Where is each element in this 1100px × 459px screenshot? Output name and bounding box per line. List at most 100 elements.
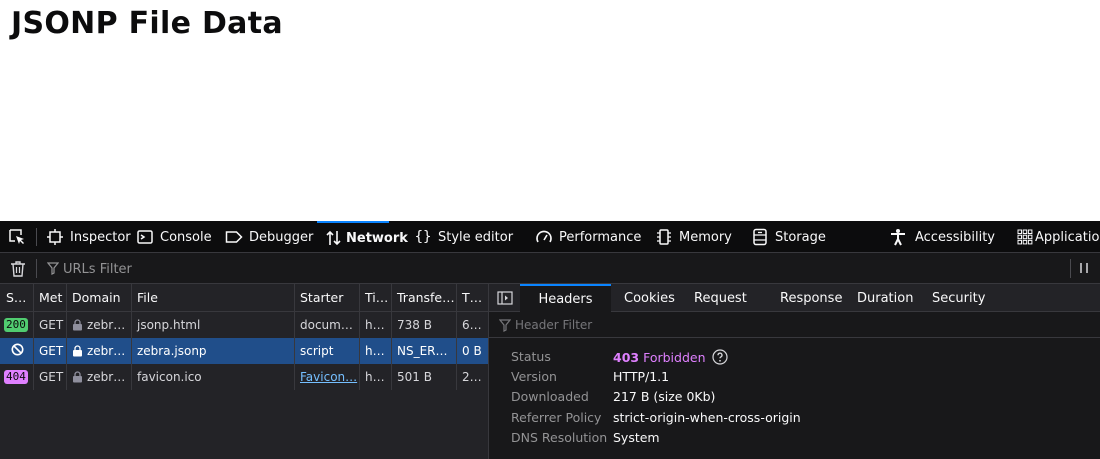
column-divider xyxy=(66,312,67,390)
table-row[interactable]: 404 GET zebr… favicon.ico Favicon… h… 50… xyxy=(0,364,488,390)
status-badge: 200 xyxy=(4,318,28,332)
lock-icon xyxy=(72,319,83,331)
tab-headers[interactable]: Headers xyxy=(520,284,611,312)
column-header-time[interactable]: Ti… xyxy=(359,284,391,311)
starter-cell: Favicon… xyxy=(294,364,359,390)
starter-cell: script xyxy=(300,344,334,358)
header-filter-input[interactable] xyxy=(515,316,1075,334)
size-cell: 0 B xyxy=(462,344,482,358)
tab-request[interactable]: Request xyxy=(694,284,747,312)
version-label: Version xyxy=(511,369,557,384)
file-cell: jsonp.html xyxy=(137,318,201,332)
tab-memory[interactable]: Memory xyxy=(655,221,732,252)
table-row[interactable]: 200 GET zebr… jsonp.html docum… h… 738 B… xyxy=(0,312,488,338)
filter-icon xyxy=(498,319,512,336)
column-header-file[interactable]: File xyxy=(131,284,294,311)
accessibility-icon xyxy=(889,228,907,246)
time-cell: h… xyxy=(365,318,385,332)
tab-accessibility[interactable]: Accessibility xyxy=(889,221,995,252)
application-icon xyxy=(1016,228,1034,246)
tab-application[interactable]: Application xyxy=(1016,221,1100,252)
tab-style-editor[interactable]: {} Style editor xyxy=(414,221,514,252)
status-label: Status xyxy=(511,349,551,364)
devtools-panel: Inspector Console Debugger Network {} St… xyxy=(0,221,1100,459)
tab-cookies[interactable]: Cookies xyxy=(624,284,675,312)
inspector-icon xyxy=(46,228,64,246)
domain-cell: zebr… xyxy=(66,312,131,338)
tab-label: Debugger xyxy=(249,229,314,245)
tab-storage[interactable]: Storage xyxy=(751,221,826,252)
domain-text: zebr… xyxy=(87,370,126,384)
tab-duration[interactable]: Duration xyxy=(857,284,913,312)
tab-performance[interactable]: Performance xyxy=(535,221,642,252)
column-divider xyxy=(33,312,34,390)
column-divider xyxy=(131,312,132,390)
tab-response[interactable]: Response xyxy=(780,284,842,312)
domain-cell: zebr… xyxy=(66,338,131,364)
column-header-starter[interactable]: Starter xyxy=(294,284,359,311)
downloaded-value: 217 B (size 0Kb) xyxy=(613,389,716,404)
summary-row-referrer-policy: Referrer Policy strict-origin-when-cross… xyxy=(511,410,1091,430)
blocked-icon xyxy=(11,343,24,359)
details-tabs: Headers Cookies Request Response Duratio… xyxy=(489,284,1100,312)
referrer-policy-label: Referrer Policy xyxy=(511,410,602,425)
dns-resolution-value: System xyxy=(613,430,660,445)
column-divider xyxy=(456,312,457,390)
trash-icon[interactable] xyxy=(10,260,26,282)
method-cell: GET xyxy=(39,344,64,358)
status-value: 403 Forbidden xyxy=(613,349,728,365)
header-filter-bar xyxy=(489,312,1100,338)
tab-inspector[interactable]: Inspector xyxy=(46,221,131,252)
referrer-policy-value: strict-origin-when-cross-origin xyxy=(613,410,801,425)
column-divider xyxy=(359,312,360,390)
tab-debugger[interactable]: Debugger xyxy=(225,221,314,252)
size-cell: 2… xyxy=(462,370,482,384)
memory-icon xyxy=(655,228,673,246)
status-text: Forbidden xyxy=(643,349,706,365)
network-icon xyxy=(325,229,343,247)
tab-label: Storage xyxy=(775,229,826,245)
url-filter-input[interactable] xyxy=(63,260,963,278)
column-header-domain[interactable]: Domain xyxy=(66,284,131,311)
tab-console[interactable]: Console xyxy=(136,221,212,252)
status-code: 403 xyxy=(613,349,640,365)
filter-icon xyxy=(46,262,60,279)
starter-link[interactable]: Favicon… xyxy=(300,370,357,384)
summary-row-version: Version HTTP/1.1 xyxy=(511,369,1091,389)
requests-header: S… Met Domain File Starter Ti… Transfe… … xyxy=(0,284,488,312)
pause-icon[interactable] xyxy=(1078,261,1090,279)
element-picker-button[interactable] xyxy=(8,221,32,252)
tab-label: Performance xyxy=(559,229,642,245)
size-cell: 6… xyxy=(462,318,482,332)
status-cell: 200 xyxy=(0,312,33,338)
column-header-method[interactable]: Met xyxy=(33,284,66,311)
status-cell xyxy=(0,338,33,364)
summary-row-dns-resolution: DNS Resolution System xyxy=(511,430,1091,450)
table-row[interactable]: GET zebr… zebra.jsonp script h… NS_ER… 0… xyxy=(0,338,488,364)
transferred-cell: 738 B xyxy=(397,318,432,332)
help-icon[interactable] xyxy=(711,349,728,365)
tab-label: Network xyxy=(346,230,408,246)
tab-security[interactable]: Security xyxy=(932,284,985,312)
tab-label: Style editor xyxy=(438,229,514,245)
sidebar-toggle-icon[interactable] xyxy=(497,291,513,309)
column-header-transferred[interactable]: Transfe… xyxy=(391,284,456,311)
devtools-toolbar: Inspector Console Debugger Network {} St… xyxy=(0,221,1100,253)
style-editor-icon: {} xyxy=(414,229,432,245)
tab-label: Inspector xyxy=(70,229,131,245)
request-details-panel: Headers Cookies Request Response Duratio… xyxy=(488,284,1100,459)
headers-summary: Status 403 Forbidden Version HTTP/1.1 Do… xyxy=(489,338,1100,459)
column-header-status[interactable]: S… xyxy=(0,284,33,311)
method-cell: GET xyxy=(39,318,64,332)
file-cell: favicon.ico xyxy=(137,370,202,384)
dns-resolution-label: DNS Resolution xyxy=(511,430,608,445)
performance-icon xyxy=(535,228,553,246)
column-header-size[interactable]: T… xyxy=(456,284,488,311)
tab-network[interactable]: Network xyxy=(317,221,408,252)
tab-label: Console xyxy=(160,229,212,245)
toolbar-separator xyxy=(36,228,37,246)
time-cell: h… xyxy=(365,344,385,358)
page-title: JSONP File Data xyxy=(11,6,283,41)
storage-icon xyxy=(751,228,769,246)
summary-row-downloaded: Downloaded 217 B (size 0Kb) xyxy=(511,389,1091,409)
